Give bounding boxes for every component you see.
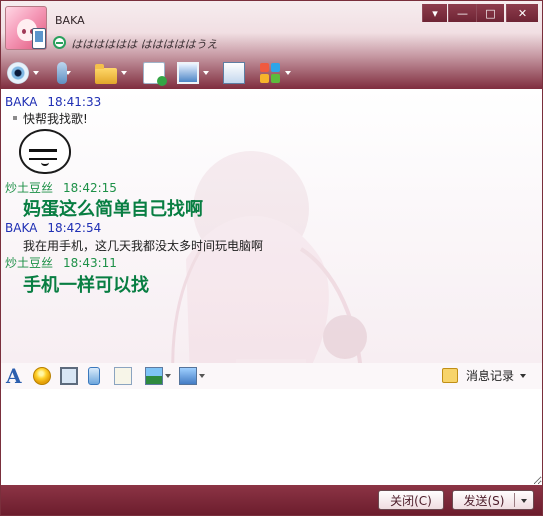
font-button[interactable]: A	[6, 364, 22, 388]
message-header: 炒土豆丝 18:42:15	[5, 179, 117, 196]
voice-chat-button[interactable]	[51, 61, 71, 85]
input-toolbar: A 消息记录	[1, 363, 542, 389]
mobile-phone-icon	[32, 28, 46, 49]
sender-name: 炒土豆丝	[5, 181, 54, 195]
message-text: 手机一样可以找	[23, 275, 149, 296]
remote-screen-icon	[177, 62, 199, 84]
minimize-button[interactable]: —	[448, 4, 476, 22]
image-icon	[145, 367, 163, 385]
message-time: 18:43:11	[63, 256, 117, 270]
anime-background-art	[171, 151, 367, 363]
bullet-marker	[13, 116, 17, 120]
paper-icon	[114, 367, 132, 385]
voice-message-button[interactable]	[88, 367, 100, 385]
smile-icon	[33, 367, 51, 385]
apps-button[interactable]	[259, 61, 291, 85]
bottom-bar: 关闭(C) 发送(S)	[1, 485, 542, 515]
create-discussion-button[interactable]	[143, 61, 167, 86]
chevron-down-icon	[121, 71, 127, 75]
status-icon	[53, 36, 66, 49]
cat-sticker-icon	[19, 129, 71, 174]
send-image-button[interactable]	[145, 367, 171, 385]
chevron-down-icon	[33, 71, 39, 75]
message-text: 妈蛋这么简单自己找啊	[23, 199, 203, 220]
microphone-icon	[57, 62, 67, 84]
minimize-icon: —	[457, 6, 468, 20]
close-window-button[interactable]: ✕	[506, 4, 538, 22]
close-icon: ✕	[517, 6, 528, 20]
message-text: 快帮我找歌!	[23, 112, 88, 126]
screenshot-button[interactable]	[179, 367, 205, 385]
handwriting-button[interactable]	[114, 367, 132, 385]
message-text: 我在用手机，这几天我都没太多时间玩电脑啊	[23, 239, 264, 253]
message-history-button[interactable]: 消息记录	[442, 367, 527, 384]
sender-name: BAKA	[5, 221, 38, 235]
contact-name[interactable]: BAKA	[55, 14, 85, 27]
note-icon	[143, 62, 167, 86]
microphone-icon	[88, 367, 100, 385]
send-button[interactable]: 发送(S)	[452, 490, 534, 510]
emoji-button[interactable]	[33, 367, 51, 385]
chevron-down-icon: ▾	[432, 6, 438, 20]
apps-icon	[259, 62, 281, 84]
chevron-down-icon	[203, 71, 209, 75]
window-menu-button[interactable]: ▾	[422, 4, 447, 22]
chevron-down-icon	[199, 374, 205, 378]
chevron-down-icon[interactable]	[521, 499, 527, 503]
send-file-button[interactable]	[95, 61, 127, 85]
sender-name: BAKA	[5, 95, 38, 109]
message-time: 18:41:33	[47, 95, 102, 109]
maximize-icon: □	[485, 6, 496, 20]
screenshot-icon	[179, 367, 197, 385]
send-options-divider	[514, 493, 515, 507]
sender-name: 炒土豆丝	[5, 256, 54, 270]
message-header: BAKA 18:42:54	[5, 221, 101, 235]
message-history[interactable]: BAKA 18:41:33 快帮我找歌! 炒土豆丝 18:42:15 妈蛋这么简单自…	[1, 89, 542, 363]
message-header: 炒土豆丝 18:43:11	[5, 254, 117, 271]
camera-icon	[7, 62, 29, 84]
folder-icon	[95, 64, 117, 84]
contact-signature: はははははは はははははうえ	[71, 38, 218, 51]
remote-assist-button[interactable]	[177, 61, 209, 85]
chevron-down-icon	[285, 71, 291, 75]
video-chat-button[interactable]	[7, 61, 39, 85]
maximize-button[interactable]: □	[476, 4, 504, 22]
font-icon: A	[6, 364, 22, 388]
title-bar: BAKA はははははは はははははうえ ▾ — □ ✕	[1, 1, 542, 89]
message-header: BAKA 18:41:33	[5, 95, 101, 109]
history-icon	[442, 368, 458, 383]
history-label: 消息记录	[466, 369, 515, 383]
chevron-down-icon	[520, 373, 527, 378]
send-label: 发送(S)	[463, 493, 505, 508]
chevron-down-icon	[165, 374, 171, 378]
share-screen-button[interactable]	[223, 61, 245, 85]
chat-window: BAKA はははははは はははははうえ ▾ — □ ✕ BAKA 18:41:3…	[0, 0, 543, 516]
share-screen-icon	[223, 62, 245, 84]
film-icon	[60, 367, 78, 385]
avatar-eye-left	[22, 29, 26, 34]
message-input[interactable]	[1, 389, 542, 485]
message-time: 18:42:54	[47, 221, 102, 235]
video-message-button[interactable]	[60, 367, 78, 385]
close-button[interactable]: 关闭(C)	[378, 490, 444, 510]
message-time: 18:42:15	[63, 181, 117, 195]
